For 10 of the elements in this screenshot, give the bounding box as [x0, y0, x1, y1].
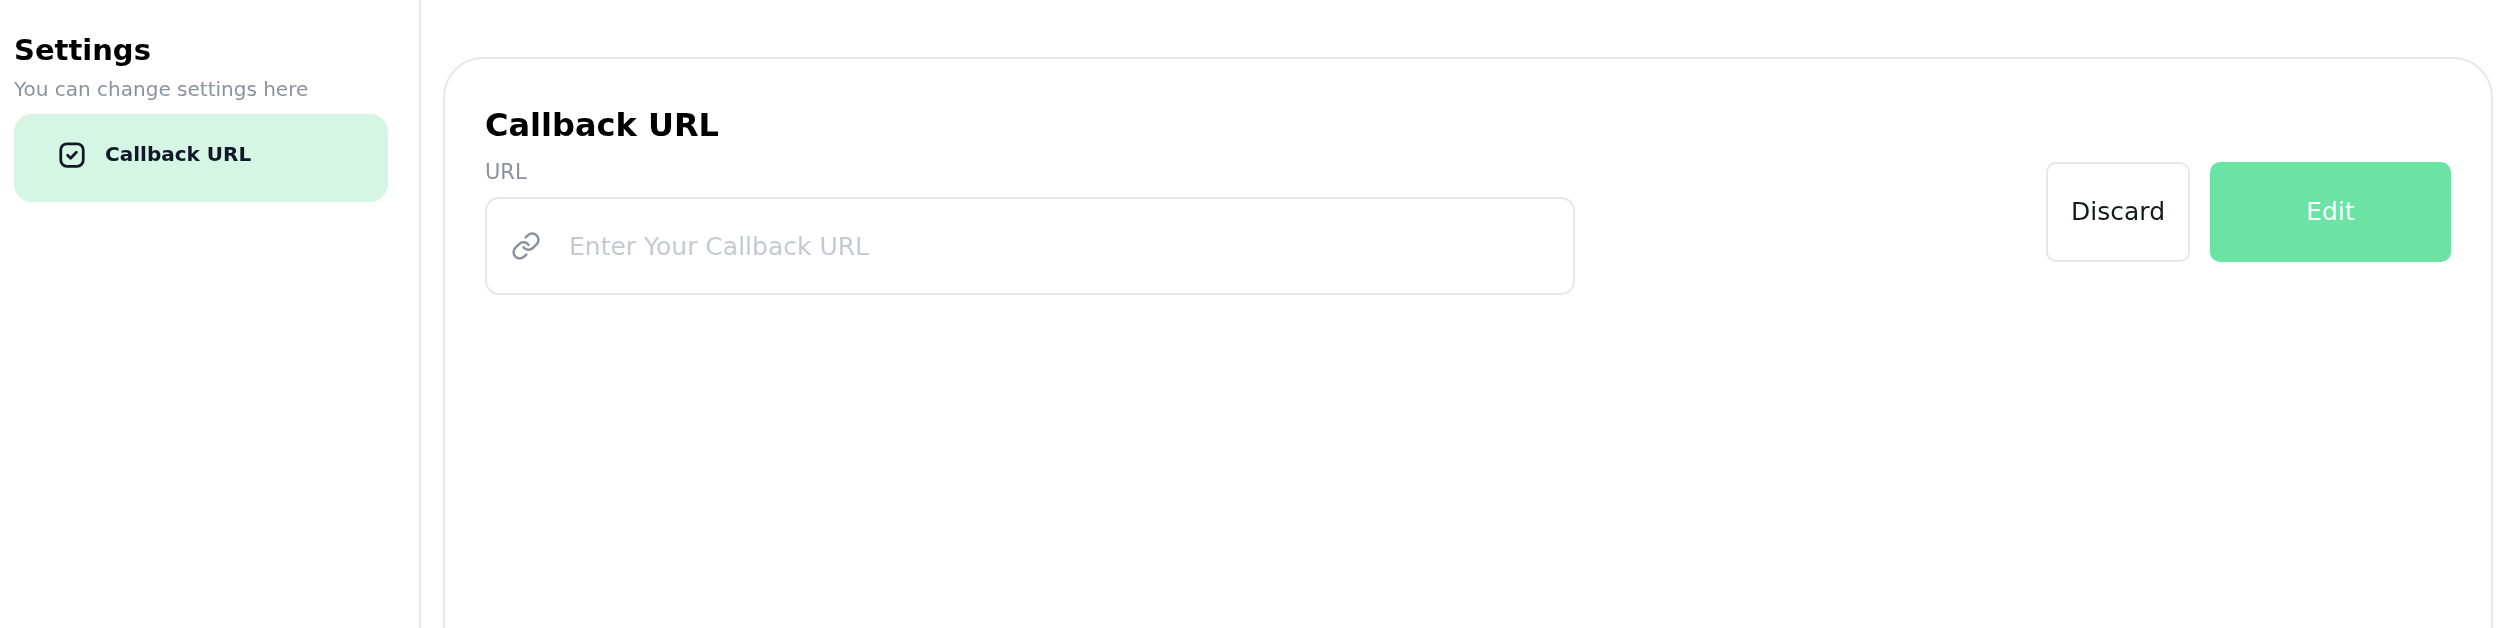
- checkbox-icon: [57, 140, 87, 170]
- url-input-field[interactable]: Enter Your Callback URL: [485, 197, 1575, 295]
- sidebar-title: Settings: [14, 32, 152, 69]
- sidebar-item-label: Callback URL: [105, 141, 252, 168]
- link-icon: [511, 231, 541, 261]
- card-title: Callback URL: [485, 105, 720, 146]
- sidebar-item[interactable]: Callback URL: [14, 114, 388, 202]
- discard-button[interactable]: Discard: [2046, 162, 2190, 262]
- sidebar-subtitle: You can change settings here: [14, 76, 310, 103]
- field-label: URL: [485, 159, 528, 186]
